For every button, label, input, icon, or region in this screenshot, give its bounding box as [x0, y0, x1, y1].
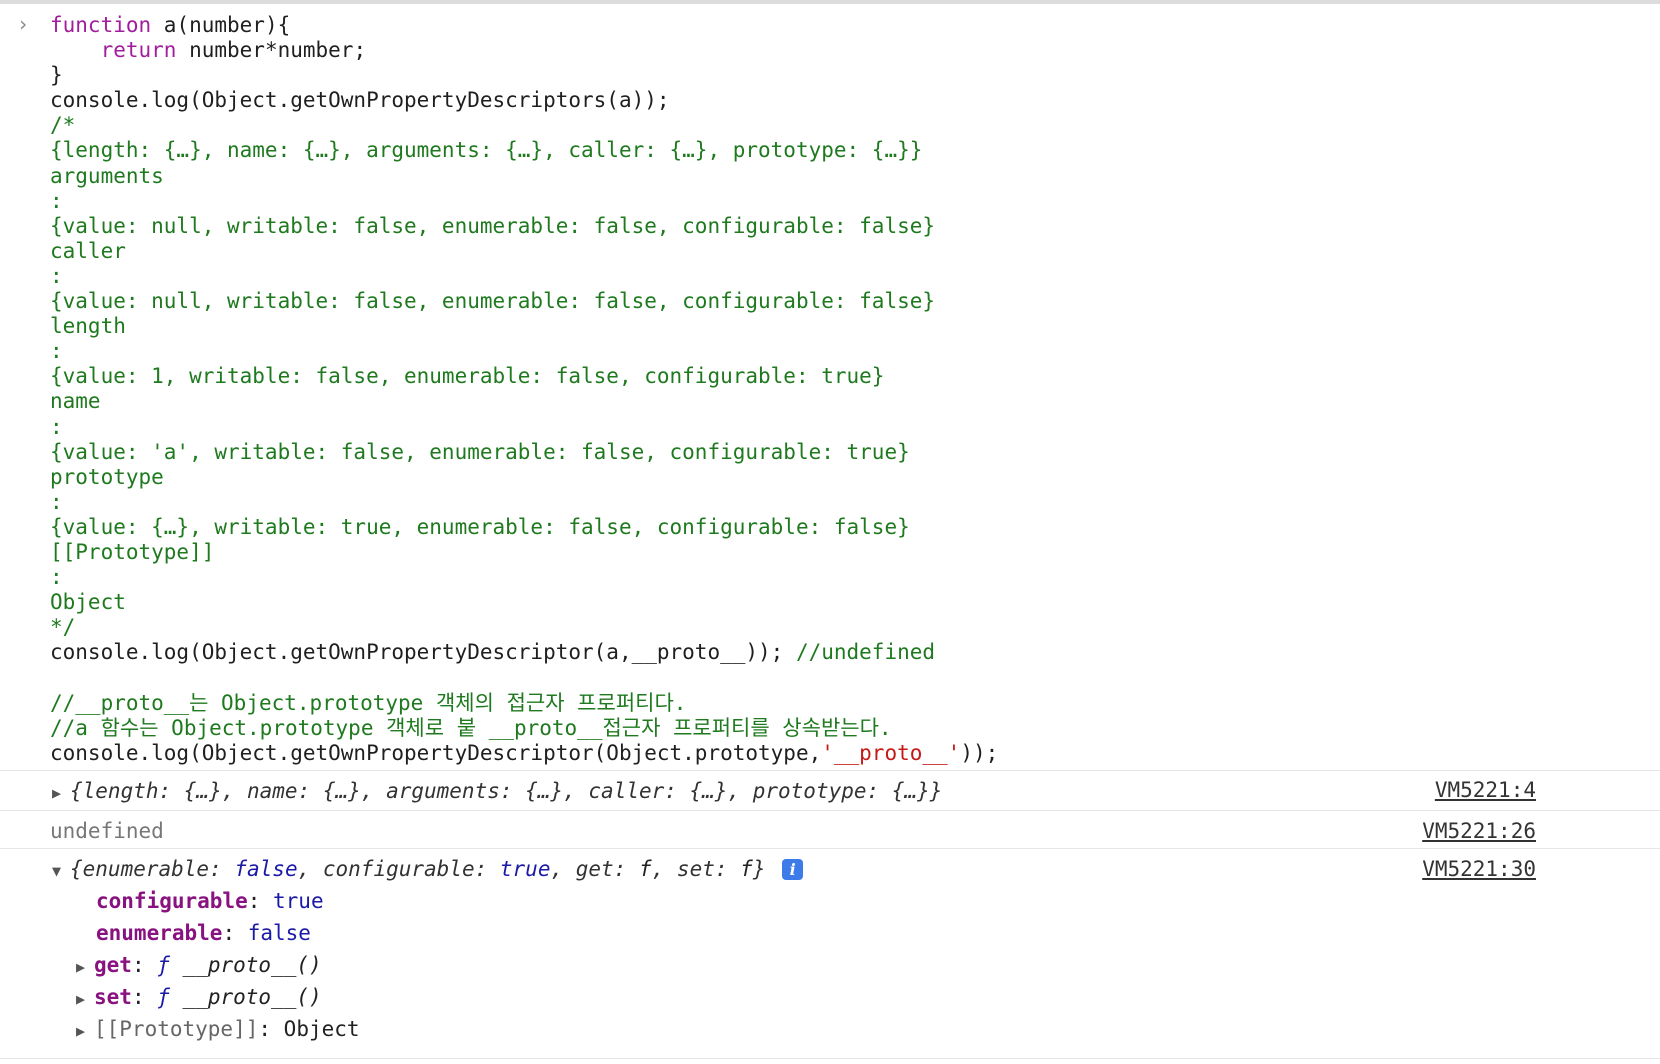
object-preview-expanded[interactable]: ▼ {enumerable: false, configurable: true,… — [52, 857, 804, 881]
comment-line: {length: {…}, name: {…}, arguments: {…},… — [50, 138, 923, 163]
comment-line: name — [50, 389, 101, 414]
comment-line: : — [50, 414, 63, 439]
comment-line: {value: 1, writable: false, enumerable: … — [50, 364, 885, 389]
comment-line: /* — [50, 113, 76, 138]
comment-line: //a 함수는 Object.prototype 객체로 붙 __proto__… — [50, 715, 892, 740]
console-output-row: ▶ {length: {…}, name: {…}, arguments: {…}… — [0, 770, 1660, 811]
prompt-chevron-icon: › — [17, 12, 30, 36]
property-get[interactable]: ▶ get: ƒ __proto__() — [76, 953, 322, 977]
source-link[interactable]: VM5221:30 — [1422, 857, 1536, 881]
code-line: function a(number){ — [50, 13, 291, 37]
console-bottom-divider — [0, 1058, 1660, 1059]
console-output-row: ▼ {enumerable: false, configurable: true,… — [0, 848, 1660, 1059]
expand-triangle-icon[interactable]: ▶ — [76, 990, 94, 1008]
comment-line: : — [50, 489, 63, 514]
property-prototype[interactable]: ▶ [[Prototype]]: Object — [76, 1017, 360, 1041]
comment-line: prototype — [50, 464, 164, 489]
comment-line: : — [50, 339, 63, 364]
comment-line: arguments — [50, 163, 164, 188]
expand-triangle-icon[interactable]: ▶ — [52, 784, 70, 802]
comment-line: [[Prototype]] — [50, 539, 215, 564]
info-icon[interactable]: i — [782, 859, 804, 880]
comment-line: caller — [50, 238, 126, 263]
object-preview[interactable]: ▶ {length: {…}, name: {…}, arguments: {…}… — [52, 779, 942, 803]
expand-triangle-icon[interactable]: ▶ — [76, 1022, 94, 1040]
comment-line: {value: null, writable: false, enumerabl… — [50, 289, 936, 314]
console-input-block[interactable]: › function a(number){ return number*numb… — [0, 4, 1660, 766]
collapse-triangle-icon[interactable]: ▼ — [52, 862, 70, 880]
comment-line: {value: {…}, writable: true, enumerable:… — [50, 514, 910, 539]
code-line: console.log(Object.getOwnPropertyDescrip… — [50, 88, 670, 113]
console-output-row: undefined VM5221:26 — [0, 810, 1660, 849]
source-link[interactable]: VM5221:4 — [1435, 778, 1536, 802]
code-line: console.log(Object.getOwnPropertyDescrip… — [50, 640, 936, 665]
code-line: } — [50, 63, 63, 88]
expand-triangle-icon[interactable]: ▶ — [76, 958, 94, 976]
code-line: console.log(Object.getOwnPropertyDescrip… — [50, 740, 999, 765]
comment-line: {value: null, writable: false, enumerabl… — [50, 213, 936, 238]
property-enumerable: enumerable: false — [96, 921, 311, 945]
comment-line: Object — [50, 590, 126, 615]
comment-line: //__proto__는 Object.prototype 객체의 접근자 프로… — [50, 690, 687, 715]
source-link[interactable]: VM5221:26 — [1422, 819, 1536, 843]
property-set[interactable]: ▶ set: ƒ __proto__() — [76, 985, 322, 1009]
comment-line: : — [50, 263, 63, 288]
comment-line: */ — [50, 615, 76, 640]
comment-line: : — [50, 565, 63, 590]
comment-line: {value: 'a', writable: false, enumerable… — [50, 439, 910, 464]
property-configurable: configurable: true — [96, 889, 324, 913]
comment-line: : — [50, 188, 63, 213]
undefined-output: undefined — [50, 819, 164, 843]
comment-line: length — [50, 314, 126, 339]
code-line: return number*number; — [50, 38, 367, 63]
